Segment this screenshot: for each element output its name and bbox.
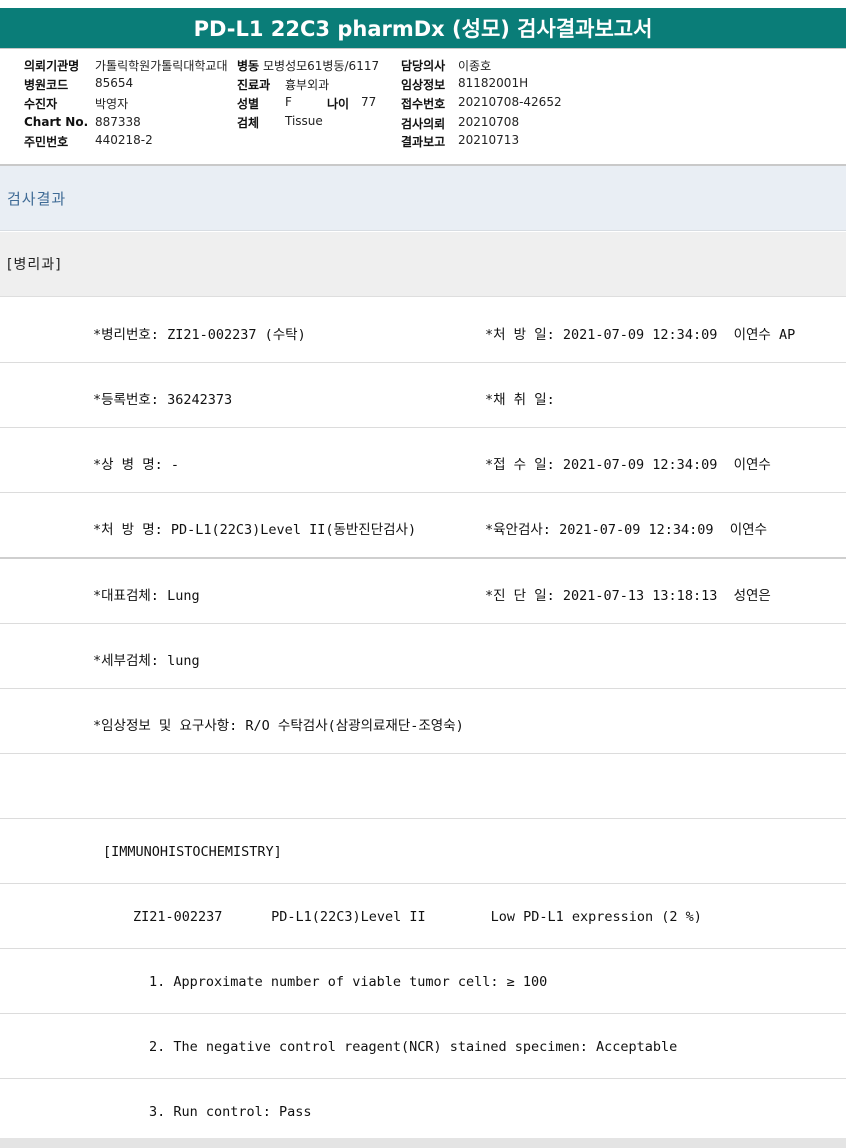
examinee-value: 박영자 xyxy=(95,97,129,111)
collection-date: *채 취 일: xyxy=(485,392,555,408)
examinee-label: 수진자 xyxy=(24,97,58,111)
clinical-info-value: 81182001H xyxy=(458,76,529,90)
result-row: *처 방 명: PD-L1(22C3)Level II(동반진단검사) *육안검… xyxy=(0,493,846,559)
receipt-no-value: 20210708-42652 xyxy=(458,95,562,109)
result-row: *대표검체: Lung *진 단 일: 2021-07-13 13:18:13 … xyxy=(0,559,846,624)
diagnosis-name: *상 병 명: - xyxy=(93,457,180,473)
finding-1: 1. Approximate number of viable tumor ce… xyxy=(149,974,548,990)
representative-specimen: *대표검체: Lung xyxy=(93,588,200,604)
pathology-section-title: [병리과] xyxy=(7,257,62,273)
result-row: 1. Approximate number of viable tumor ce… xyxy=(0,949,846,1014)
chart-no-value: 887338 xyxy=(95,115,141,129)
test-request-label: 검사의뢰 xyxy=(401,117,446,131)
patient-info-panel: 의뢰기관명 가톨릭학원가톨릭대학교대 병동 모병성모61병동/6117 담당의사… xyxy=(0,50,846,166)
receipt-date: *접 수 일: 2021-07-09 12:34:09 이연수 xyxy=(485,457,771,473)
department-label: 진료과 xyxy=(237,78,271,92)
result-row: *세부검체: lung xyxy=(0,624,846,689)
bottom-divider xyxy=(0,1138,846,1148)
department-value: 흉부외과 xyxy=(285,78,330,92)
result-report-value: 20210713 xyxy=(458,133,520,147)
results-section-title: 검사결과 xyxy=(7,189,67,208)
sex-value: F xyxy=(285,95,292,109)
gross-exam-date: *육안검사: 2021-07-09 12:34:09 이연수 xyxy=(485,522,768,538)
results-section-header: 검사결과 xyxy=(0,166,846,231)
specimen-label: 검체 xyxy=(237,116,260,130)
result-row: [IMMUNOHISTOCHEMISTRY] xyxy=(0,819,846,884)
empty-row xyxy=(0,754,846,819)
age-label: 나이 xyxy=(327,97,350,111)
clinical-info-request: *임상정보 및 요구사항: R/O 수탁검사(삼광의료재단-조영숙) xyxy=(93,718,464,734)
clinical-info-label: 임상정보 xyxy=(401,78,446,92)
ward-value: 모병성모61병동/6117 xyxy=(263,59,380,73)
result-row: 3. Run control: Pass xyxy=(0,1079,846,1143)
result-row: *병리번호: ZI21-002237 (수탁) *처 방 일: 2021-07-… xyxy=(0,298,846,363)
sex-label: 성별 xyxy=(237,97,260,111)
order-date: *처 방 일: 2021-07-09 12:34:09 이연수 AP xyxy=(485,327,796,343)
order-name: *처 방 명: PD-L1(22C3)Level II(동반진단검사) xyxy=(93,522,417,538)
doctor-label: 담당의사 xyxy=(401,59,446,73)
result-row: ZI21-002237 PD-L1(22C3)Level II Low PD-L… xyxy=(0,884,846,949)
ihc-header: [IMMUNOHISTOCHEMISTRY] xyxy=(103,844,282,860)
result-row: 2. The negative control reagent(NCR) sta… xyxy=(0,1014,846,1079)
hospital-code-value: 85654 xyxy=(95,76,134,90)
receipt-no-label: 접수번호 xyxy=(401,97,446,111)
doctor-value: 이종호 xyxy=(458,59,492,73)
hospital-code-label: 병원코드 xyxy=(24,78,69,92)
resident-no-label: 주민번호 xyxy=(24,135,69,149)
age-value: 77 xyxy=(361,95,377,109)
result-row: *임상정보 및 요구사항: R/O 수탁검사(삼광의료재단-조영숙) xyxy=(0,689,846,754)
ward-label: 병동 xyxy=(237,59,260,73)
result-row: *등록번호: 36242373 *채 취 일: xyxy=(0,363,846,428)
finding-3: 3. Run control: Pass xyxy=(149,1104,312,1120)
pathology-section-header: [병리과] xyxy=(0,232,846,297)
resident-no-value: 440218-2 xyxy=(95,133,153,147)
result-row: *상 병 명: - *접 수 일: 2021-07-09 12:34:09 이연… xyxy=(0,428,846,493)
test-request-value: 20210708 xyxy=(458,115,520,129)
detailed-specimen: *세부검체: lung xyxy=(93,653,200,669)
ihc-result: ZI21-002237 PD-L1(22C3)Level II Low PD-L… xyxy=(133,909,702,925)
pathology-number: *병리번호: ZI21-002237 (수탁) xyxy=(93,327,306,343)
requesting-org-label: 의뢰기관명 xyxy=(24,59,80,73)
finding-2: 2. The negative control reagent(NCR) sta… xyxy=(149,1039,678,1055)
diagnosis-date: *진 단 일: 2021-07-13 13:18:13 성연은 xyxy=(485,588,771,604)
chart-no-label: Chart No. xyxy=(24,115,89,129)
report-title: PD-L1 22C3 pharmDx (성모) 검사결과보고서 xyxy=(0,8,846,49)
result-report-label: 결과보고 xyxy=(401,135,446,149)
registration-number: *등록번호: 36242373 xyxy=(93,392,233,408)
requesting-org-value: 가톨릭학원가톨릭대학교대 xyxy=(95,59,228,73)
specimen-value: Tissue xyxy=(285,114,323,128)
